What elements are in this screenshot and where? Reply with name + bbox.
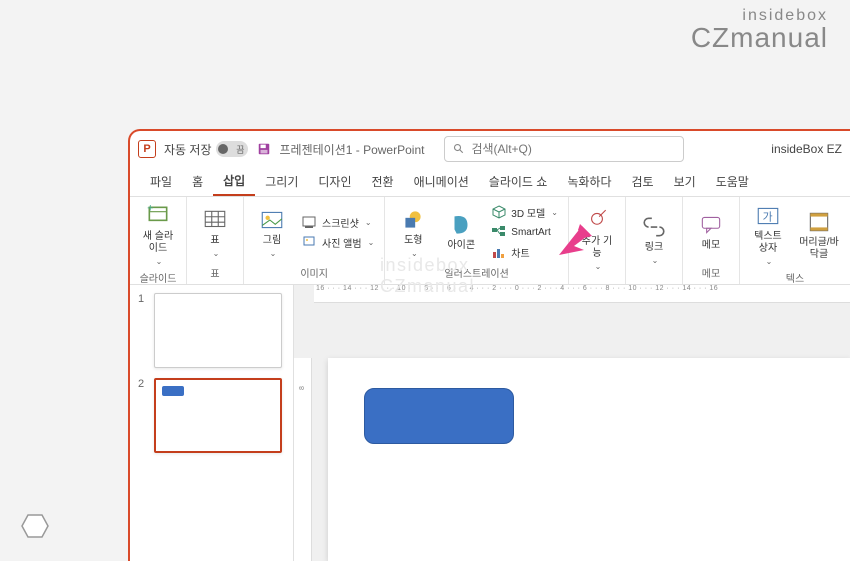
chevron-down-icon: ⌄ bbox=[156, 257, 163, 266]
group-label: 이미지 bbox=[300, 265, 328, 280]
smartart-button[interactable]: SmartArt bbox=[487, 223, 562, 241]
shapes-icon bbox=[400, 207, 426, 233]
link-icon bbox=[641, 214, 667, 240]
tab-slideshow[interactable]: 슬라이드 쇼 bbox=[479, 167, 558, 196]
chevron-down-icon: ⌄ bbox=[213, 249, 220, 258]
tab-transitions[interactable]: 전환 bbox=[361, 167, 403, 196]
tab-view[interactable]: 보기 bbox=[664, 167, 706, 196]
chart-icon bbox=[491, 244, 507, 260]
group-text: 가 텍스트 상자 ⌄ 머리글/바닥글 텍스 bbox=[740, 197, 850, 284]
group-links: 링크 ⌄ bbox=[626, 197, 683, 284]
textbox-icon: 가 bbox=[755, 203, 781, 229]
pictures-button[interactable]: 그림 ⌄ bbox=[250, 205, 294, 260]
slide-number: 1 bbox=[138, 293, 148, 368]
rounded-rectangle-shape[interactable] bbox=[364, 388, 514, 444]
comment-button[interactable]: 메모 bbox=[689, 210, 733, 254]
chart-button[interactable]: 차트 bbox=[487, 243, 562, 261]
group-label: 슬라이드 bbox=[140, 270, 177, 285]
header-footer-button[interactable]: 머리글/바닥글 bbox=[794, 207, 844, 263]
ribbon: + 새 슬라이드 ⌄ 슬라이드 표 ⌄ 표 그림 bbox=[130, 197, 850, 285]
powerpoint-app-icon bbox=[138, 140, 156, 158]
save-button[interactable] bbox=[256, 141, 272, 157]
search-input[interactable] bbox=[471, 142, 675, 156]
group-label: 메모 bbox=[702, 265, 720, 280]
hex-badge-icon bbox=[20, 511, 50, 541]
svg-text:+: + bbox=[147, 203, 153, 215]
slide-preview[interactable] bbox=[154, 378, 282, 453]
vertical-ruler: 8 bbox=[294, 358, 312, 561]
icons-button[interactable]: 아이콘 bbox=[439, 210, 483, 254]
cube-icon bbox=[491, 204, 507, 220]
mini-shape-icon bbox=[162, 386, 184, 396]
toggle-switch-icon[interactable]: 끔 bbox=[216, 141, 248, 157]
icons-icon bbox=[448, 212, 474, 238]
group-label: 표 bbox=[210, 265, 219, 280]
tab-animations[interactable]: 애니메이션 bbox=[404, 167, 479, 196]
table-button[interactable]: 표 ⌄ bbox=[193, 205, 237, 260]
group-label: 텍스 bbox=[786, 270, 804, 285]
album-icon bbox=[302, 234, 318, 250]
ribbon-tabs: 파일 홈 삽입 그리기 디자인 전환 애니메이션 슬라이드 쇼 녹화하다 검토 … bbox=[130, 167, 850, 197]
comment-icon bbox=[698, 212, 724, 238]
slide-number: 2 bbox=[138, 378, 148, 453]
tab-help[interactable]: 도움말 bbox=[706, 167, 759, 196]
autosave-toggle[interactable]: 자동 저장 끔 bbox=[164, 141, 248, 158]
tab-file[interactable]: 파일 bbox=[140, 167, 182, 196]
search-icon bbox=[453, 143, 465, 155]
new-slide-button[interactable]: + 새 슬라이드 ⌄ bbox=[136, 201, 180, 268]
titlebar: 자동 저장 끔 프레젠테이션1 - PowerPoint insideBox E… bbox=[130, 131, 850, 167]
table-icon bbox=[202, 207, 228, 233]
document-title: 프레젠테이션1 - PowerPoint bbox=[280, 141, 425, 158]
smartart-icon bbox=[491, 224, 507, 240]
picture-icon bbox=[259, 207, 285, 233]
horizontal-ruler: 16 · · · 14 · · · 12 · · · 10 · · · 8 · … bbox=[314, 285, 850, 303]
svg-text:가: 가 bbox=[763, 210, 773, 223]
autosave-label: 자동 저장 bbox=[164, 141, 212, 158]
slide-canvas[interactable] bbox=[328, 358, 850, 561]
3d-models-button[interactable]: 3D 모델⌄ bbox=[487, 203, 562, 221]
textbox-button[interactable]: 가 텍스트 상자 ⌄ bbox=[746, 201, 790, 268]
group-images: 그림 ⌄ 스크린샷⌄ 사진 앨범⌄ 이미지 bbox=[244, 197, 385, 284]
search-box[interactable] bbox=[444, 136, 684, 162]
photo-album-button[interactable]: 사진 앨범⌄ bbox=[298, 233, 378, 251]
group-tables: 표 ⌄ 표 bbox=[187, 197, 244, 284]
screenshot-button[interactable]: 스크린샷⌄ bbox=[298, 213, 378, 231]
tab-design[interactable]: 디자인 bbox=[308, 167, 361, 196]
header-footer-icon bbox=[806, 209, 832, 235]
group-illustrations: 도형 ⌄ 아이콘 3D 모델⌄ SmartArt bbox=[385, 197, 569, 284]
watermark-line2: CZmanual bbox=[691, 24, 828, 52]
tab-draw[interactable]: 그리기 bbox=[255, 167, 308, 196]
slide-preview[interactable] bbox=[154, 293, 282, 368]
tab-insert[interactable]: 삽입 bbox=[213, 167, 255, 196]
chevron-down-icon: ⌄ bbox=[270, 249, 277, 258]
tab-home[interactable]: 홈 bbox=[182, 167, 213, 196]
group-slides: + 새 슬라이드 ⌄ 슬라이드 bbox=[130, 197, 187, 284]
page-watermark: insidebox CZmanual bbox=[691, 8, 828, 52]
slide-thumb-2[interactable]: 2 bbox=[138, 378, 285, 453]
tab-record[interactable]: 녹화하다 bbox=[557, 167, 621, 196]
autosave-state: 끔 bbox=[236, 143, 244, 156]
account-label[interactable]: insideBox EZ bbox=[771, 142, 842, 156]
workspace: 1 2 16 · · · 14 · · · 12 · · · 10 · · · … bbox=[130, 285, 850, 561]
group-comments: 메모 메모 bbox=[683, 197, 740, 284]
group-label: 일러스트레이션 bbox=[444, 265, 508, 280]
link-button[interactable]: 링크 ⌄ bbox=[632, 212, 676, 267]
screenshot-icon bbox=[302, 214, 318, 230]
shapes-button[interactable]: 도형 ⌄ bbox=[391, 205, 435, 260]
new-slide-icon: + bbox=[145, 203, 171, 229]
slide-canvas-area[interactable]: 16 · · · 14 · · · 12 · · · 10 · · · 8 · … bbox=[294, 285, 850, 561]
tab-review[interactable]: 검토 bbox=[622, 167, 664, 196]
slide-thumbnails-panel[interactable]: 1 2 bbox=[130, 285, 294, 561]
slide-thumb-1[interactable]: 1 bbox=[138, 293, 285, 368]
annotation-arrow-icon bbox=[554, 220, 594, 260]
app-window: 자동 저장 끔 프레젠테이션1 - PowerPoint insideBox E… bbox=[128, 129, 850, 561]
